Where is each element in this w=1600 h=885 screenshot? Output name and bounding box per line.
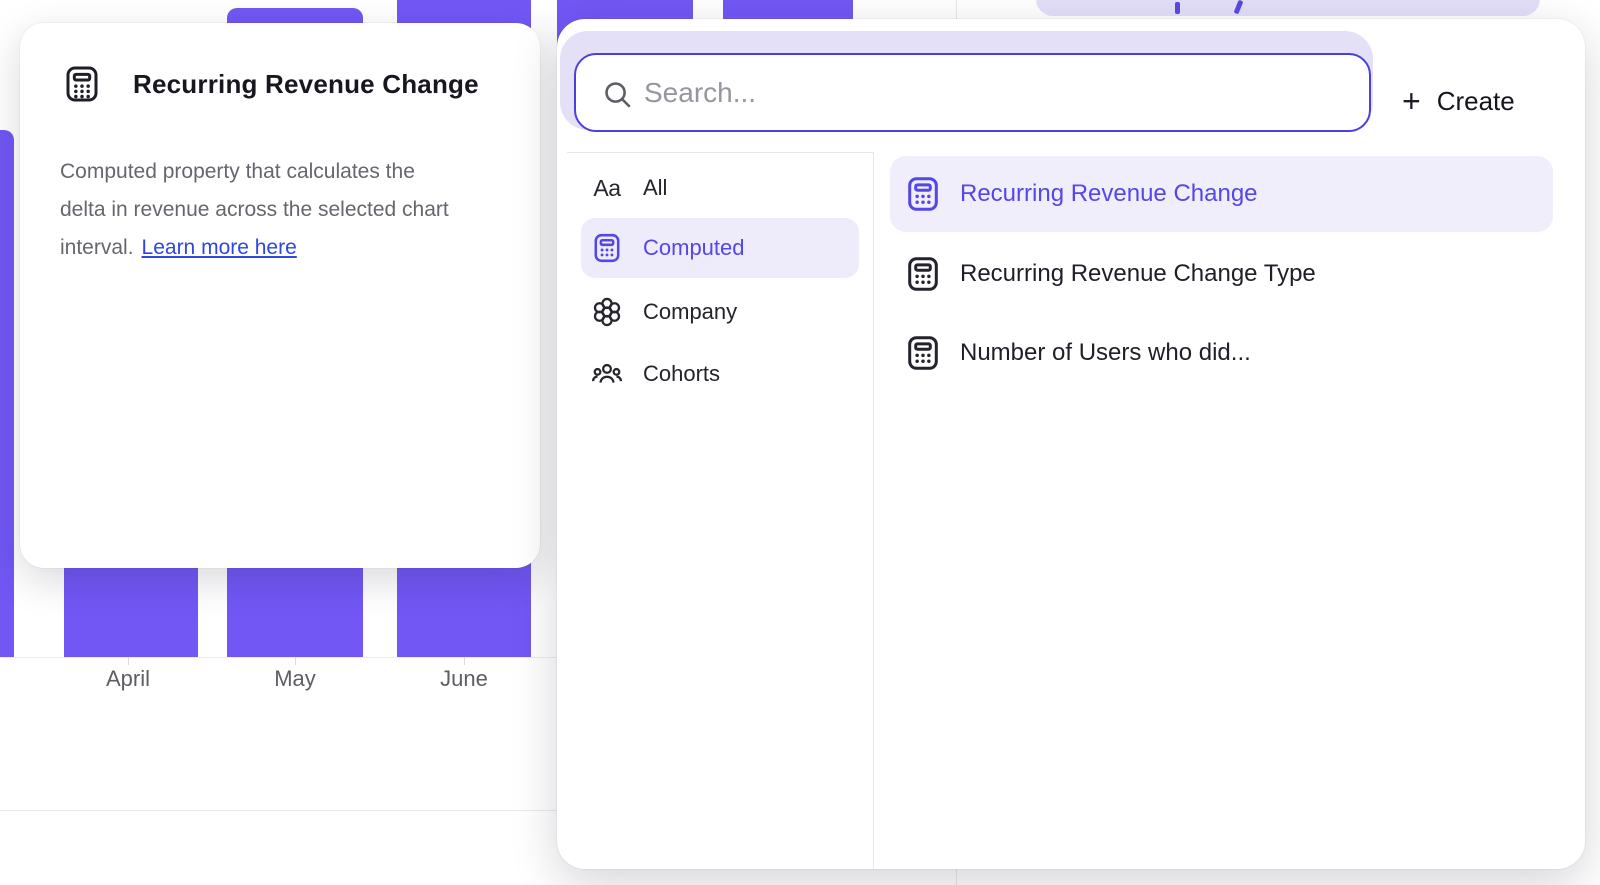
x-axis-label: April [58,666,198,692]
result-label: Recurring Revenue Change Type [960,260,1316,288]
partial-text-fragment [1175,2,1180,14]
search-input[interactable] [644,57,1344,128]
calculator-icon [904,255,942,293]
tooltip-title: Recurring Revenue Change [133,69,479,100]
create-button-label: Create [1437,86,1515,117]
property-picker-modal: + Create Aa All Computed [557,19,1585,869]
category-label: All [643,175,667,201]
tooltip-description: Computed property that calculates the de… [60,153,510,267]
partial-text-fragment [1234,0,1244,14]
category-label: Company [643,299,737,325]
category-label: Computed [643,235,745,261]
category-item-company[interactable]: Company [581,282,859,342]
result-item-recurring-revenue-change[interactable]: Recurring Revenue Change [890,156,1553,232]
cohorts-icon [591,358,623,390]
category-item-all[interactable]: Aa All [581,158,859,218]
category-item-cohorts[interactable]: Cohorts [581,344,859,404]
description-line: interval. Learn more here [60,229,510,267]
create-button[interactable]: + Create [1402,73,1562,129]
result-item-recurring-revenue-change-type[interactable]: Recurring Revenue Change Type [890,236,1553,312]
search-focus-halo [560,31,1373,130]
result-label: Number of Users who did... [960,339,1251,367]
selected-property-pill[interactable] [1036,0,1540,16]
panel-vertical-divider [873,152,874,869]
calculator-icon [904,334,942,372]
plus-icon: + [1402,85,1421,117]
calculator-icon [62,64,102,104]
text-format-icon: Aa [591,172,623,204]
axis-tick [464,657,465,665]
category-item-computed[interactable]: Computed [581,218,859,278]
calculator-icon [591,232,623,264]
company-icon [591,296,623,328]
search-icon [602,79,633,110]
category-panel-top-divider [567,152,873,153]
result-item-number-of-users-who-did[interactable]: Number of Users who did... [890,315,1553,391]
description-line: Computed property that calculates the [60,153,510,191]
description-line: delta in revenue across the selected cha… [60,191,510,229]
property-tooltip-card: Recurring Revenue Change Computed proper… [20,23,540,568]
search-box [574,53,1371,132]
x-axis-label: May [225,666,365,692]
learn-more-link[interactable]: Learn more here [142,236,297,259]
calculator-icon [904,175,942,213]
x-axis-label: June [394,666,534,692]
category-label: Cohorts [643,361,720,387]
chart-bar [0,130,14,657]
axis-tick [128,657,129,665]
axis-tick [295,657,296,665]
result-label: Recurring Revenue Change [960,180,1258,208]
description-line-end: interval. [60,236,134,259]
